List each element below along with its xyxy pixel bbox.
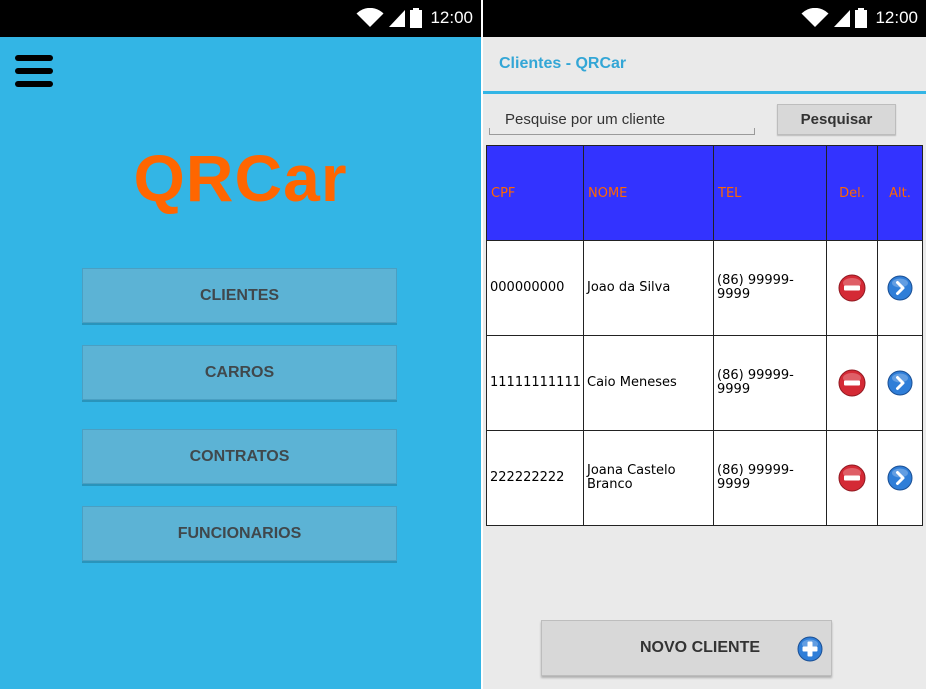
minus-circle-icon[interactable] xyxy=(838,274,866,302)
contratos-button[interactable]: CONTRATOS xyxy=(82,429,397,484)
app-logo: QRCar xyxy=(133,141,348,215)
cell-tel: (86) 99999-9999 xyxy=(713,335,827,431)
clients-table: CPF NOME TEL Del. Alt. 000000000 Joao da… xyxy=(486,145,923,526)
header-alt: Alt. xyxy=(877,145,923,241)
chevron-right-circle-icon[interactable] xyxy=(887,275,913,301)
status-time: 12:00 xyxy=(430,8,473,27)
cell-del xyxy=(826,335,878,431)
page-title: Clientes - QRCar xyxy=(499,55,627,72)
status-bar: 12:00 xyxy=(0,0,481,37)
carros-button[interactable]: CARROS xyxy=(82,345,397,400)
clients-screen: 12:00 Clientes - QRCar Pesquisar CPF NOM… xyxy=(483,0,926,689)
table-header-row: CPF NOME TEL Del. Alt. xyxy=(486,145,923,241)
signal-icon xyxy=(834,10,851,27)
cell-alt xyxy=(877,335,923,431)
search-button[interactable]: Pesquisar xyxy=(777,104,896,135)
cell-tel: (86) 99999-9999 xyxy=(713,430,827,526)
cell-tel: (86) 99999-9999 xyxy=(713,240,827,336)
header-nome: NOME xyxy=(583,145,714,241)
status-icons: 12:00 xyxy=(356,8,473,28)
cell-nome: Caio Meneses xyxy=(583,335,714,431)
funcionarios-button[interactable]: FUNCIONARIOS xyxy=(82,506,397,561)
cell-cpf: 222222222 xyxy=(486,430,584,526)
header-del: Del. xyxy=(826,145,878,241)
header-tel: TEL xyxy=(713,145,827,241)
wifi-icon xyxy=(801,8,829,27)
cell-alt xyxy=(877,430,923,526)
chevron-right-circle-icon[interactable] xyxy=(887,370,913,396)
cell-cpf: 000000000 xyxy=(486,240,584,336)
minus-circle-icon[interactable] xyxy=(838,369,866,397)
search-field xyxy=(489,105,755,135)
battery-icon xyxy=(855,8,868,28)
cell-del xyxy=(826,240,878,336)
table-row: 000000000 Joao da Silva (86) 99999-9999 xyxy=(486,240,923,336)
minus-circle-icon[interactable] xyxy=(838,464,866,492)
new-client-button[interactable]: NOVO CLIENTE xyxy=(541,620,832,676)
cell-alt xyxy=(877,240,923,336)
search-input[interactable] xyxy=(489,105,755,134)
clientes-button[interactable]: CLIENTES xyxy=(82,268,397,323)
wifi-icon xyxy=(356,8,384,27)
status-bar: 12:00 xyxy=(483,0,926,37)
status-icons: 12:00 xyxy=(801,8,918,28)
home-screen: 12:00 QRCar CLIENTES CARROS CONTRATOS FU… xyxy=(0,0,481,689)
plus-circle-icon xyxy=(797,636,823,662)
header-cpf: CPF xyxy=(486,145,584,241)
table-row: 11111111111 Caio Meneses (86) 99999-9999 xyxy=(486,335,923,431)
cell-nome: Joao da Silva xyxy=(583,240,714,336)
table-row: 222222222 Joana Castelo Branco (86) 9999… xyxy=(486,430,923,526)
cell-del xyxy=(826,430,878,526)
cell-nome: Joana Castelo Branco xyxy=(583,430,714,526)
signal-icon xyxy=(389,10,406,27)
cell-cpf: 11111111111 xyxy=(486,335,584,431)
chevron-right-circle-icon[interactable] xyxy=(887,465,913,491)
title-divider xyxy=(483,91,926,94)
new-client-label: NOVO CLIENTE xyxy=(640,639,761,656)
status-time: 12:00 xyxy=(875,8,918,27)
hamburger-menu-icon[interactable] xyxy=(15,53,53,89)
battery-icon xyxy=(410,8,423,28)
